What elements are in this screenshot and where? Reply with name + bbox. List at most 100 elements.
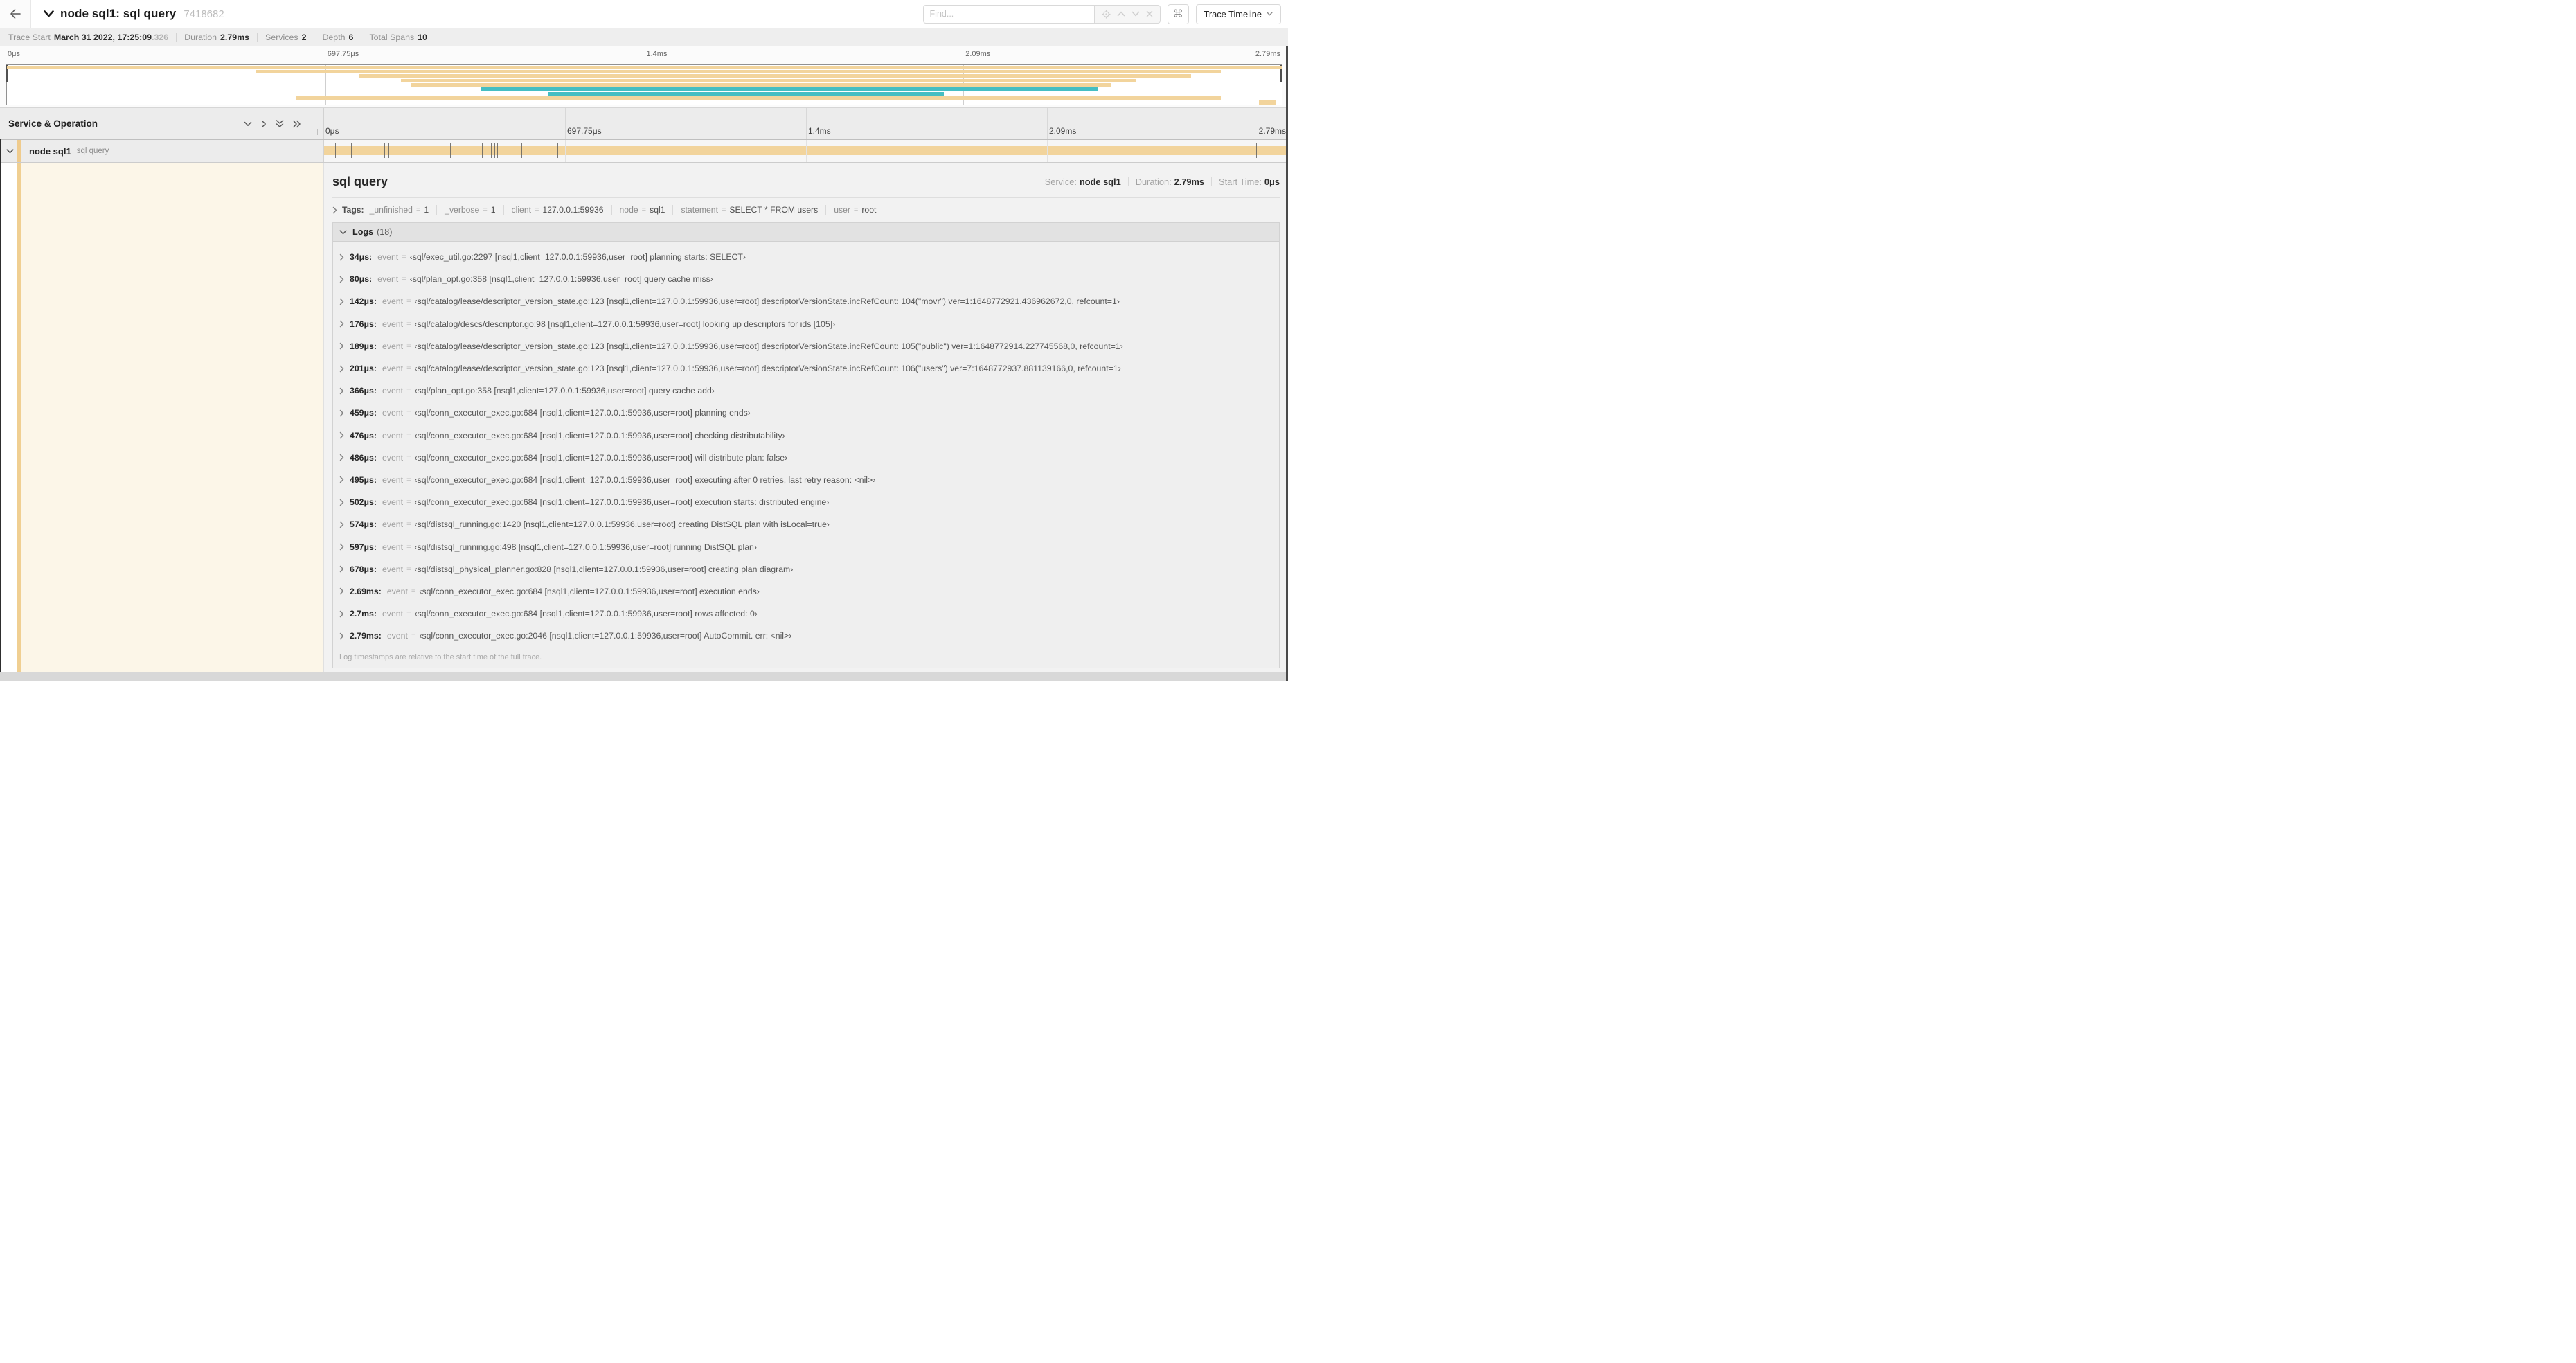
minimap-span-bar <box>7 65 1282 70</box>
log-marker-tick <box>521 143 523 158</box>
log-marker-tick <box>481 143 483 158</box>
minimap-span-bar <box>255 69 1221 74</box>
collapse-one-icon[interactable] <box>244 121 252 127</box>
log-timestamp: 2.69ms: <box>350 586 382 596</box>
log-field-name: event <box>382 386 404 396</box>
log-entry[interactable]: 176μs: event = ‹sql/catalog/descs/descripto… <box>339 313 1279 335</box>
log-entry[interactable]: 574μs: event = ‹sql/distsql_running.go:1420… <box>339 513 1279 535</box>
log-entry[interactable]: 80μs: event = ‹sql/plan_opt.go:358 [nsql1,c… <box>339 268 1279 290</box>
log-marker-tick <box>388 143 390 158</box>
chevron-right-icon <box>339 409 344 417</box>
trace-metadata-bar: Trace Start March 31 2022, 17:25:09.326 … <box>0 28 1288 46</box>
log-message: ‹sql/distsql_running.go:1420 [nsql1,clie… <box>414 519 830 530</box>
ruler-tick-label: 0μs <box>325 126 339 136</box>
log-marker-tick <box>557 143 559 158</box>
log-message: ‹sql/distsql_physical_planner.go:828 [ns… <box>414 564 794 574</box>
log-entry[interactable]: 597μs: event = ‹sql/distsql_running.go:498 … <box>339 535 1279 558</box>
chevron-down-icon <box>339 229 347 235</box>
tag-item[interactable]: statement = SELECT * FROM users <box>681 205 818 215</box>
log-entry[interactable]: 2.7ms: event = ‹sql/conn_executor_exec.go:6… <box>339 603 1279 625</box>
expand-all-icon[interactable] <box>293 120 301 128</box>
log-field-name: event <box>382 296 404 307</box>
minimap-canvas[interactable] <box>6 64 1282 105</box>
chevron-right-icon <box>339 632 344 640</box>
next-result-icon[interactable] <box>1132 11 1140 17</box>
log-entry[interactable]: 495μs: event = ‹sql/conn_executor_exec.go:6… <box>339 469 1279 491</box>
log-entry[interactable]: 502μs: event = ‹sql/conn_executor_exec.go:6… <box>339 491 1279 513</box>
chevron-right-icon <box>332 206 337 214</box>
trace-services: Services 2 <box>265 32 307 42</box>
log-timestamp: 2.7ms: <box>350 609 377 619</box>
page-title: node sql1: sql query <box>60 7 177 20</box>
tag-item[interactable]: user = root <box>834 205 876 215</box>
service-operation-label: Service & Operation <box>8 118 98 129</box>
chevron-right-icon <box>339 499 344 506</box>
command-icon: ⌘ <box>1172 8 1183 20</box>
prev-result-icon[interactable] <box>1117 11 1125 17</box>
log-entry[interactable]: 201μs: event = ‹sql/catalog/lease/descripto… <box>339 357 1279 380</box>
log-message: ‹sql/catalog/lease/descriptor_version_st… <box>414 364 1121 374</box>
log-marker-tick <box>494 143 495 158</box>
chevron-right-icon <box>339 320 344 328</box>
log-field-name: event <box>382 564 404 574</box>
span-service-name: node sql1 <box>29 145 71 157</box>
span-bar-cell[interactable] <box>324 140 1288 162</box>
chevron-right-icon <box>339 565 344 573</box>
locate-icon[interactable] <box>1102 9 1111 19</box>
log-entry[interactable]: 2.69ms: event = ‹sql/conn_executor_exec.go:… <box>339 580 1279 603</box>
minimap-span-bar <box>481 87 1098 91</box>
log-timestamp: 34μs: <box>350 252 373 262</box>
tag-item[interactable]: _verbose = 1 <box>445 205 495 215</box>
log-timestamp: 80μs: <box>350 274 373 285</box>
log-entry[interactable]: 189μs: event = ‹sql/catalog/lease/descripto… <box>339 335 1279 357</box>
chevron-down-icon <box>1267 12 1273 16</box>
view-selector-button[interactable]: Trace Timeline <box>1195 3 1281 24</box>
log-entry[interactable]: 142μs: event = ‹sql/catalog/lease/descripto… <box>339 290 1279 312</box>
span-row[interactable]: node sql1 sql query <box>0 140 1288 163</box>
collapse-trace-chevron-icon[interactable] <box>44 10 54 17</box>
ruler-tick-label: 1.4ms <box>808 126 831 136</box>
log-timestamp: 459μs: <box>350 408 377 418</box>
find-input[interactable] <box>922 4 1094 24</box>
tag-item[interactable]: client = 127.0.0.1:59936 <box>512 205 604 215</box>
find-group <box>922 4 1161 24</box>
log-field-name: event <box>382 474 404 485</box>
logs-header[interactable]: Logs (18) <box>333 223 1279 242</box>
log-field-name: event <box>382 364 404 374</box>
log-entry[interactable]: 34μs: event = ‹sql/exec_util.go:2297 [nsql1… <box>339 246 1279 268</box>
span-color-accent <box>17 140 21 162</box>
span-collapse-chevron-icon[interactable] <box>6 148 14 154</box>
log-timestamp: 597μs: <box>350 542 377 552</box>
trace-total-spans: Total Spans 10 <box>369 32 427 42</box>
ruler-tick-label: 2.79ms <box>1255 50 1280 58</box>
tag-item[interactable]: node = sql1 <box>620 205 665 215</box>
keyboard-shortcuts-button[interactable]: ⌘ <box>1167 3 1189 24</box>
span-tree-gutter <box>0 163 323 674</box>
trace-id: 7418682 <box>184 8 224 20</box>
log-timestamp: 574μs: <box>350 519 377 530</box>
log-timestamp: 495μs: <box>350 474 377 485</box>
span-row-name-cell[interactable]: node sql1 sql query <box>0 140 324 162</box>
collapse-all-icon[interactable] <box>276 119 284 128</box>
clear-search-icon[interactable] <box>1146 10 1153 17</box>
tags-row[interactable]: Tags: _unfinished = 1 _verbose = 1 client = 127.… <box>332 201 1280 219</box>
tag-divider <box>825 205 827 215</box>
log-entry[interactable]: 476μs: event = ‹sql/conn_executor_exec.go:6… <box>339 425 1279 447</box>
expand-one-icon[interactable] <box>261 120 267 128</box>
timeline-minimap[interactable]: 0μs 697.75μs 1.4ms 2.09ms 2.79ms <box>0 46 1288 108</box>
log-entry[interactable]: 678μs: event = ‹sql/distsql_physical_planne… <box>339 558 1279 580</box>
log-message: ‹sql/conn_executor_exec.go:684 [nsql1,cl… <box>414 497 830 508</box>
log-entry[interactable]: 459μs: event = ‹sql/conn_executor_exec.go:6… <box>339 402 1279 424</box>
chevron-right-icon <box>339 610 344 618</box>
tag-item[interactable]: _unfinished = 1 <box>370 205 429 215</box>
log-entry[interactable]: 2.79ms: event = ‹sql/conn_executor_exec.go:… <box>339 625 1279 647</box>
log-message: ‹sql/catalog/descs/descriptor.go:98 [nsq… <box>414 319 836 329</box>
log-entry[interactable]: 366μs: event = ‹sql/plan_opt.go:358 [nsql1,… <box>339 380 1279 402</box>
log-timestamp: 201μs: <box>350 364 377 374</box>
column-resize-grip[interactable] <box>312 129 318 135</box>
log-field-name: event <box>377 252 399 262</box>
log-entry[interactable]: 486μs: event = ‹sql/conn_executor_exec.go:6… <box>339 447 1279 469</box>
log-timestamp: 502μs: <box>350 497 377 508</box>
tag-divider <box>672 205 674 215</box>
back-button[interactable] <box>0 0 31 28</box>
